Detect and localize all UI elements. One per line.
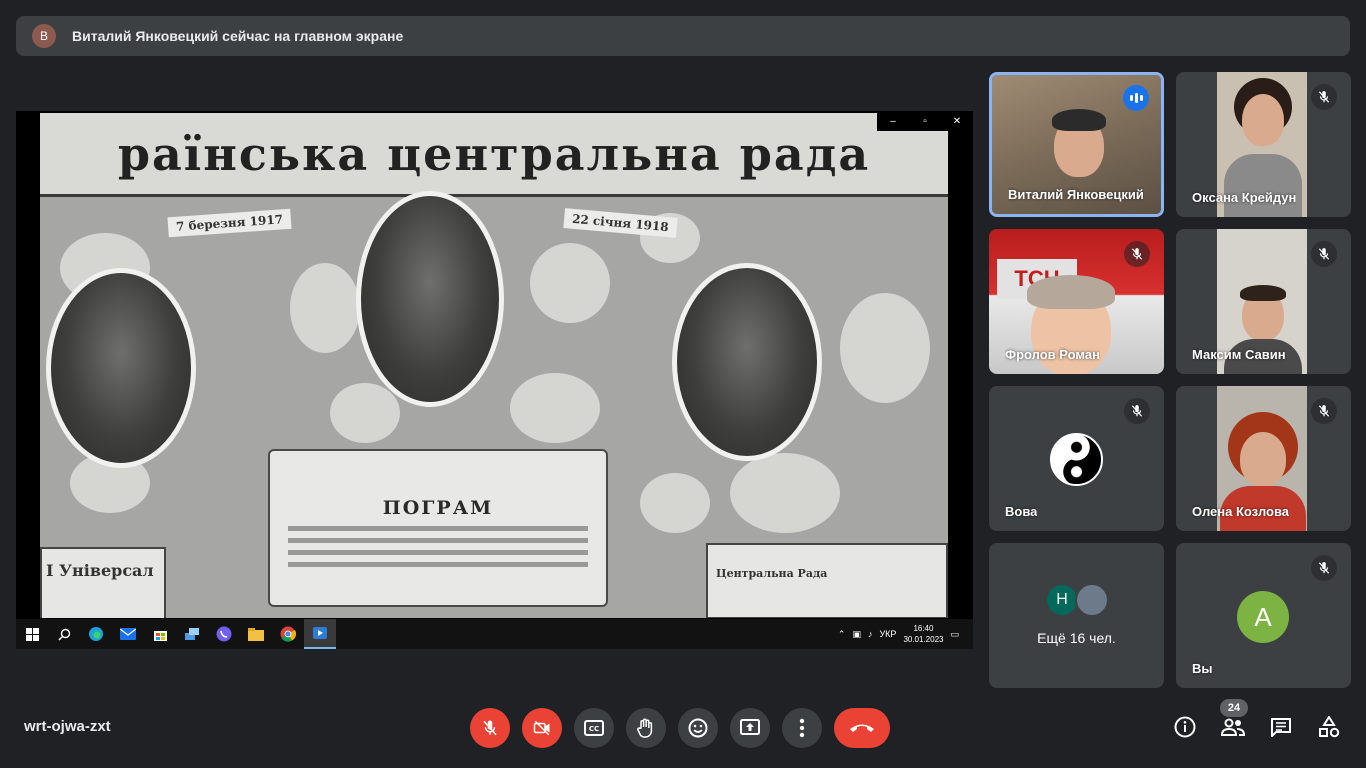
close-icon: ✕: [952, 115, 962, 127]
participant-tile-frolov[interactable]: ТСН Фролов Роман: [989, 229, 1164, 374]
participant-tile-oksana[interactable]: Оксана Крейдун: [1176, 72, 1351, 217]
tray-language: УКР: [879, 629, 897, 639]
avatar: Н: [1045, 583, 1079, 617]
slide-ribbon-left: 7 березня 1917: [167, 208, 292, 238]
camera-off-icon: [533, 720, 550, 736]
participant-tile-maksim[interactable]: Максим Савин: [1176, 229, 1351, 374]
muted-mic-icon: [1124, 398, 1150, 424]
yin-yang-avatar: [1050, 433, 1103, 486]
captions-button[interactable]: CC: [574, 708, 614, 748]
main-presentation[interactable]: раїнська центральна рада 7 березня 1917 …: [16, 111, 973, 649]
chrome-icon: [272, 619, 304, 649]
slide-title: раїнська центральна рада: [40, 113, 948, 197]
windows-taskbar: ⌃ ▣ ♪ УКР 16:40 30.01.2023 ▭: [16, 619, 973, 649]
present-screen-button[interactable]: [730, 708, 770, 748]
participant-name: Фролов Роман: [1005, 347, 1100, 362]
presenter-banner: В Виталий Янковецкий сейчас на главном э…: [16, 16, 1350, 56]
edge-icon: [80, 619, 112, 649]
slide-doc-right: Центральна Рада: [706, 543, 948, 618]
tray-clock: 16:40 30.01.2023: [903, 623, 943, 645]
shared-screen-slide: раїнська центральна рада 7 березня 1917 …: [40, 113, 948, 618]
participant-tile-olena[interactable]: Олена Козлова: [1176, 386, 1351, 531]
participant-name: Виталий Янковецкий: [1008, 187, 1144, 202]
slide-program-box: ПОГРАМ: [268, 449, 608, 607]
store-icon: [144, 619, 176, 649]
muted-mic-icon: [1311, 398, 1337, 424]
tray-date: 30.01.2023: [903, 635, 944, 644]
restore-icon: ▫: [923, 115, 927, 127]
more-participants-tile[interactable]: Н Ещё 16 чел.: [989, 543, 1164, 688]
activities-button[interactable]: [1316, 714, 1342, 740]
portrait-left: [46, 268, 196, 468]
muted-mic-icon: [1311, 241, 1337, 267]
viber-icon: [208, 619, 240, 649]
camera-toggle-button[interactable]: [522, 708, 562, 748]
slide-program-title: ПОГРАМ: [382, 497, 494, 519]
presenter-avatar: В: [32, 24, 56, 48]
emoji-icon: [688, 718, 708, 738]
participant-name: Вова: [1005, 504, 1038, 519]
tray-network-icon: ▣: [852, 628, 861, 639]
avatar: [1075, 583, 1109, 617]
slide-doc-left: І Універсал: [40, 547, 166, 618]
svg-text:CC: CC: [589, 725, 599, 733]
participant-name: Олена Козлова: [1192, 504, 1290, 519]
meeting-info-button[interactable]: [1172, 714, 1198, 740]
info-icon: [1174, 716, 1196, 738]
more-options-button[interactable]: [782, 708, 822, 748]
more-participants-avatars: Н: [1045, 583, 1109, 617]
activities-icon: [1319, 716, 1340, 738]
self-avatar: A: [1237, 591, 1289, 643]
media-player-icon: [304, 619, 336, 649]
meeting-code: wrt-ojwa-zxt: [24, 718, 111, 735]
hang-up-icon: [850, 724, 874, 732]
tray-chevron-icon: ⌃: [837, 628, 846, 639]
muted-mic-icon: [1124, 241, 1150, 267]
speaking-indicator-icon: [1123, 85, 1149, 111]
present-icon: [740, 719, 760, 735]
system-tray: ⌃ ▣ ♪ УКР 16:40 30.01.2023 ▭: [838, 623, 973, 645]
chat-icon: [1271, 718, 1291, 737]
tray-time: 16:40: [913, 624, 934, 633]
participant-name: Максим Савин: [1192, 347, 1286, 362]
chat-button[interactable]: [1268, 714, 1294, 740]
participant-tile-vitaliy[interactable]: Виталий Янковецкий: [989, 72, 1164, 217]
mic-toggle-button[interactable]: [470, 708, 510, 748]
presenter-banner-text: Виталий Янковецкий сейчас на главном экр…: [72, 28, 404, 44]
muted-mic-icon: [1311, 555, 1337, 581]
slide-ribbon-right: 22 січня 1918: [563, 208, 678, 238]
windows-start-icon: [16, 619, 48, 649]
side-controls: 24: [1172, 699, 1342, 740]
portrait-right: [672, 263, 822, 461]
minimize-icon: –: [890, 115, 896, 127]
call-controls: CC: [470, 708, 890, 748]
window-controls: – ▫ ✕: [877, 111, 973, 131]
participant-name: Оксана Крейдун: [1192, 190, 1297, 205]
people-button[interactable]: 24: [1220, 699, 1248, 740]
self-tile[interactable]: A Вы: [1176, 543, 1351, 688]
leave-call-button[interactable]: [834, 708, 890, 748]
participant-name: Вы: [1192, 661, 1213, 676]
portrait-center: [356, 191, 504, 407]
tray-volume-icon: ♪: [867, 629, 873, 639]
raise-hand-button[interactable]: [626, 708, 666, 748]
mail-icon: [112, 619, 144, 649]
reactions-button[interactable]: [678, 708, 718, 748]
tray-notifications-icon: ▭: [950, 628, 959, 639]
file-explorer-icon: [240, 619, 272, 649]
mic-off-icon: [483, 720, 497, 736]
search-icon: [48, 619, 80, 649]
captions-icon: CC: [584, 720, 604, 736]
hand-icon: [637, 718, 653, 738]
muted-mic-icon: [1311, 84, 1337, 110]
more-vert-icon: [799, 718, 805, 738]
participant-count-badge: 24: [1220, 699, 1248, 717]
more-participants-label: Ещё 16 чел.: [1037, 630, 1116, 646]
people-icon: [1221, 718, 1245, 736]
participant-tile-vova[interactable]: Вова: [989, 386, 1164, 531]
network-app-icon: [176, 619, 208, 649]
